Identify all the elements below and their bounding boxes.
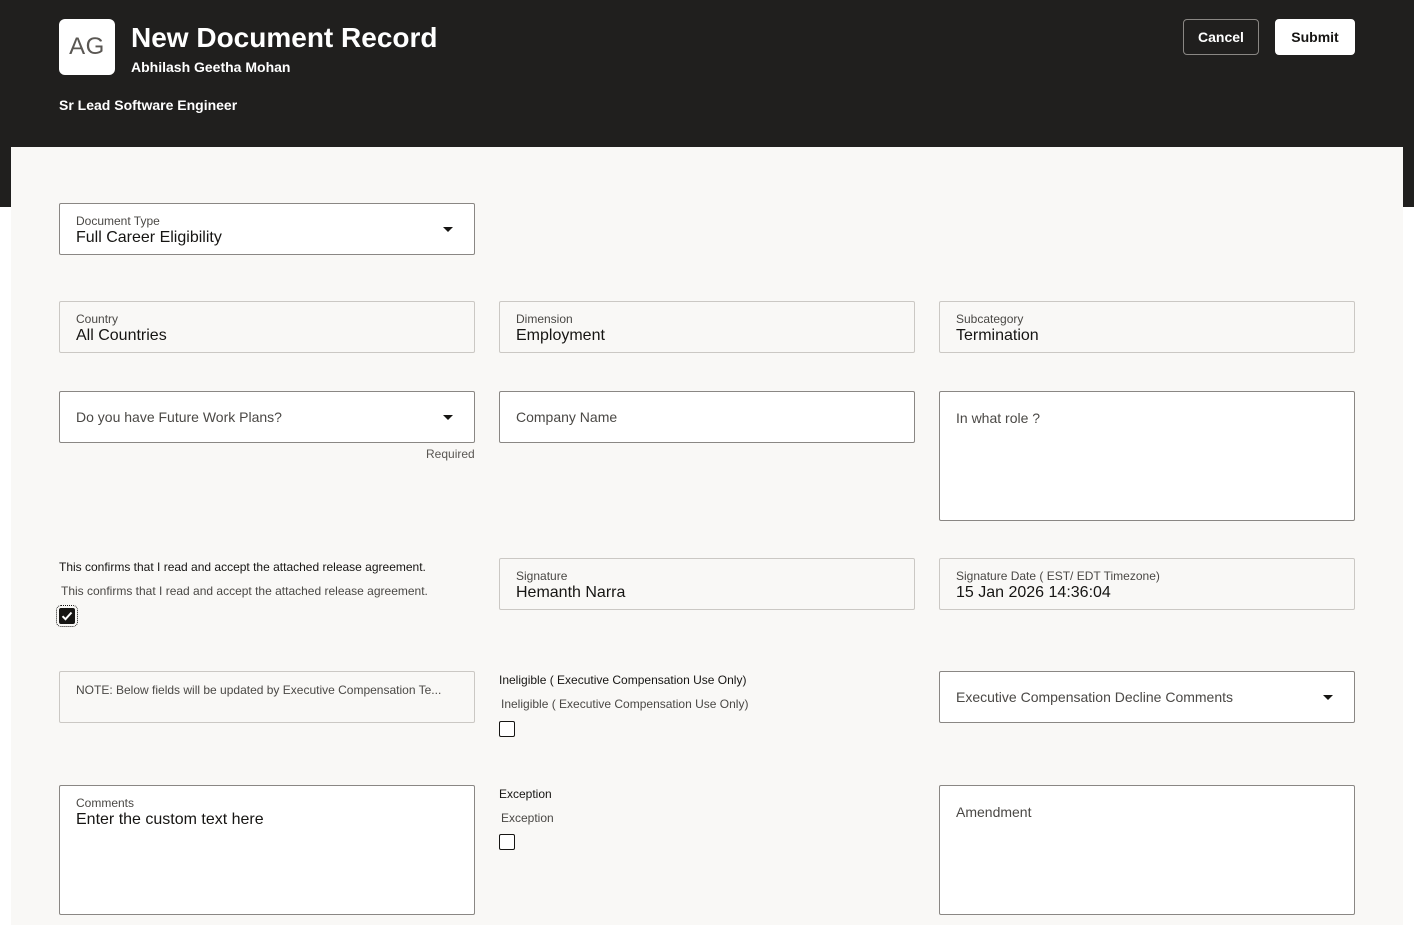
person-name: Abhilash Geetha Mohan [131,59,291,75]
exception-checkbox[interactable] [499,834,515,850]
cancel-button[interactable]: Cancel [1183,19,1259,55]
signature-date-field: Signature Date ( EST/ EDT Timezone) 15 J… [939,558,1355,610]
avatar: AG [59,19,115,75]
signature-label: Signature [516,569,568,583]
signature-date-value: 15 Jan 2026 14:36:04 [956,584,1111,601]
amendment-placeholder: Amendment [956,804,1032,820]
chevron-down-icon [443,227,453,232]
release-agreement-label: This confirms that I read and accept the… [61,584,428,598]
dimension-value: Employment [516,327,605,344]
chevron-down-icon [1323,695,1333,700]
country-value: All Countries [76,327,167,344]
decline-comments-select[interactable]: Executive Compensation Decline Comments [939,671,1355,723]
amendment-textarea[interactable]: Amendment [939,785,1355,915]
future-work-plans-select[interactable]: Do you have Future Work Plans? [59,391,475,443]
comments-label: Comments [76,796,135,810]
ineligible-label: Ineligible ( Executive Compensation Use … [501,697,749,711]
comments-value: Enter the custom text here [76,811,264,828]
country-field: Country All Countries [59,301,475,353]
subcategory-value: Termination [956,327,1039,344]
release-agreement-title: This confirms that I read and accept the… [59,560,426,574]
submit-button[interactable]: Submit [1275,19,1355,55]
role-placeholder: In what role ? [956,410,1041,426]
document-type-select[interactable]: Document Type Full Career Eligibility [59,203,475,255]
signature-date-label: Signature Date ( EST/ EDT Timezone) [956,569,1160,583]
signature-value: Hemanth Narra [516,584,626,601]
release-agreement-checkbox[interactable] [56,605,78,627]
document-type-value: Full Career Eligibility [76,229,222,246]
check-icon [61,611,73,621]
signature-field: Signature Hemanth Narra [499,558,915,610]
comments-textarea[interactable]: Comments Enter the custom text here [59,785,475,915]
job-title: Sr Lead Software Engineer [59,97,238,113]
required-hint: Required [426,447,475,461]
dimension-field: Dimension Employment [499,301,915,353]
ineligible-checkbox[interactable] [499,721,515,737]
role-textarea[interactable]: In what role ? [939,391,1355,521]
subcategory-field: Subcategory Termination [939,301,1355,353]
country-label: Country [76,312,119,326]
decline-comments-placeholder: Executive Compensation Decline Comments [956,689,1234,705]
future-work-plans-placeholder: Do you have Future Work Plans? [76,409,282,425]
exception-title: Exception [499,787,552,801]
chevron-down-icon [443,415,453,420]
subcategory-label: Subcategory [956,312,1024,326]
company-name-input[interactable]: Company Name [499,391,915,443]
dimension-label: Dimension [516,312,573,326]
exception-label: Exception [501,811,554,825]
note-field: NOTE: Below fields will be updated by Ex… [59,671,475,723]
page-title: New Document Record [131,22,438,53]
document-type-label: Document Type [76,214,160,228]
ineligible-title: Ineligible ( Executive Compensation Use … [499,673,747,687]
company-name-placeholder: Company Name [516,409,618,425]
note-text: NOTE: Below fields will be updated by Ex… [76,683,442,697]
